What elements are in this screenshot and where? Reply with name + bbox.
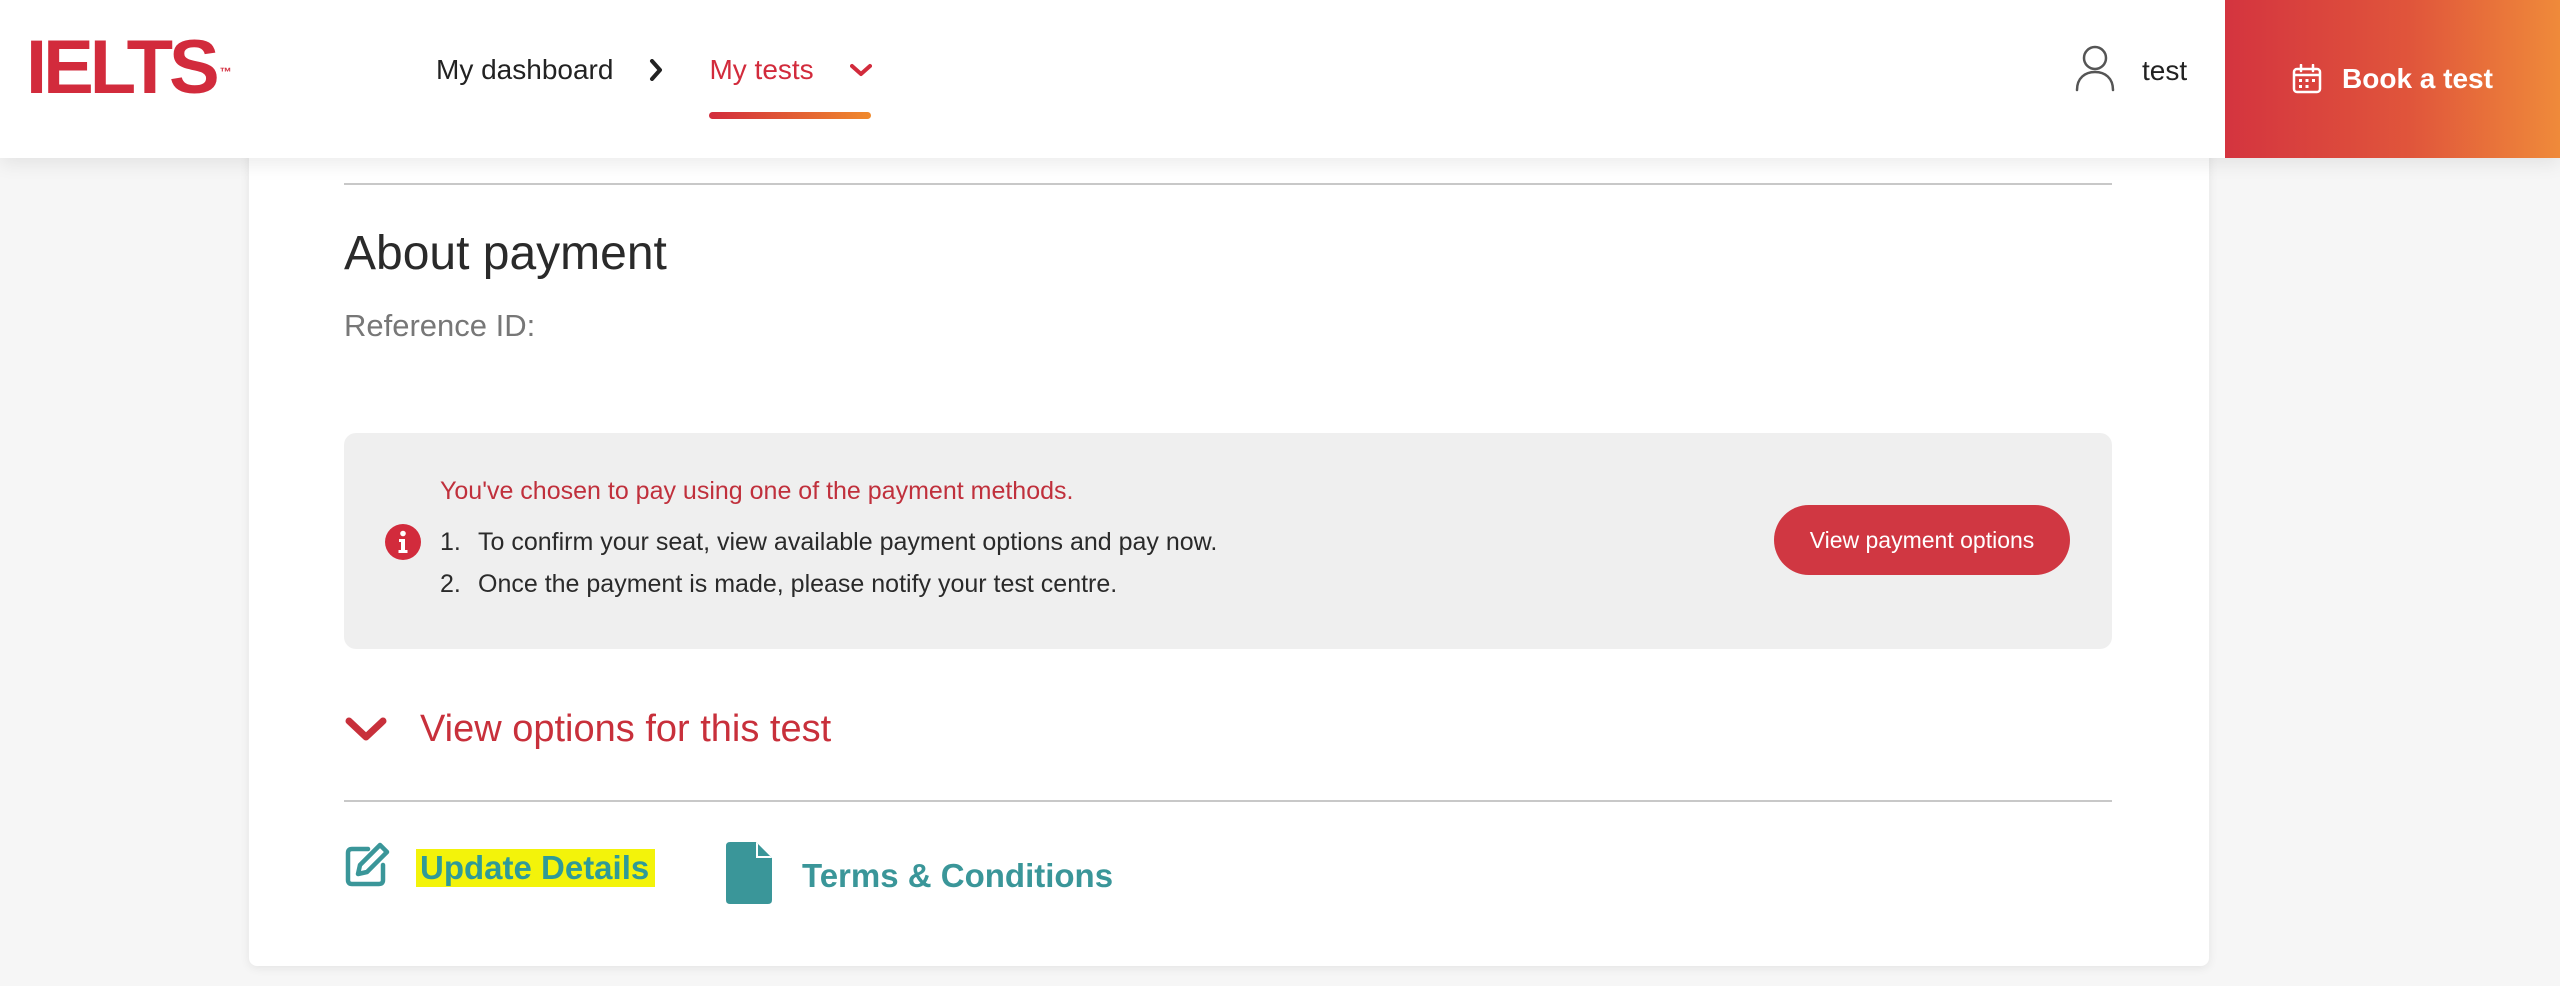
logo-trademark: ™ (219, 65, 232, 79)
info-icon (384, 523, 422, 561)
reference-id-label: Reference ID: (344, 308, 536, 343)
edit-icon (344, 842, 390, 893)
view-options-toggle[interactable]: View options for this test (344, 708, 831, 751)
user-name: test (2142, 54, 2188, 86)
view-payment-options-button[interactable]: View payment options (1774, 505, 2070, 575)
options-divider (344, 800, 2112, 802)
alert-heading: You've chosen to pay using one of the pa… (440, 477, 1074, 505)
calendar-icon (2292, 64, 2322, 94)
terms-conditions-link[interactable]: Terms & Conditions (726, 842, 1113, 909)
about-payment-title: About payment (344, 227, 667, 280)
step-number: 1. (440, 528, 461, 556)
payment-steps-list: 1. To confirm your seat, view available … (440, 521, 1217, 605)
nav-my-tests[interactable]: My tests (709, 54, 872, 119)
book-a-test-button[interactable]: Book a test (2225, 0, 2560, 158)
chevron-down-icon (344, 716, 388, 744)
top-header: IELTS ™ My dashboard My tests test Book … (0, 0, 2560, 158)
terms-conditions-label: Terms & Conditions (802, 856, 1114, 894)
payment-alert: You've chosen to pay using one of the pa… (344, 433, 2112, 649)
breadcrumb: My dashboard My tests (436, 48, 872, 119)
document-icon (726, 842, 772, 909)
step-number: 2. (440, 570, 461, 598)
update-details-link[interactable]: Update Details (344, 842, 656, 893)
chevron-right-icon (649, 59, 663, 81)
nav-my-tests-label: My tests (709, 54, 814, 85)
logo-text: IELTS (26, 25, 220, 110)
chevron-down-icon (849, 63, 872, 77)
ielts-logo[interactable]: IELTS ™ (26, 30, 232, 106)
user-menu[interactable]: test (2074, 44, 2187, 97)
book-a-test-label: Book a test (2342, 63, 2493, 94)
list-item: 2. Once the payment is made, please noti… (440, 563, 1217, 605)
user-icon (2074, 44, 2116, 97)
nav-my-dashboard[interactable]: My dashboard (436, 54, 613, 86)
test-booking-card: About payment Reference ID: You've chose… (249, 130, 2209, 966)
step-text: Once the payment is made, please notify … (478, 570, 1118, 598)
update-details-label: Update Details (416, 848, 656, 887)
list-item: 1. To confirm your seat, view available … (440, 521, 1217, 563)
step-text: To confirm your seat, view available pay… (478, 528, 1218, 556)
top-divider (344, 183, 2112, 185)
active-tab-indicator (709, 112, 872, 119)
view-options-label: View options for this test (420, 708, 832, 750)
